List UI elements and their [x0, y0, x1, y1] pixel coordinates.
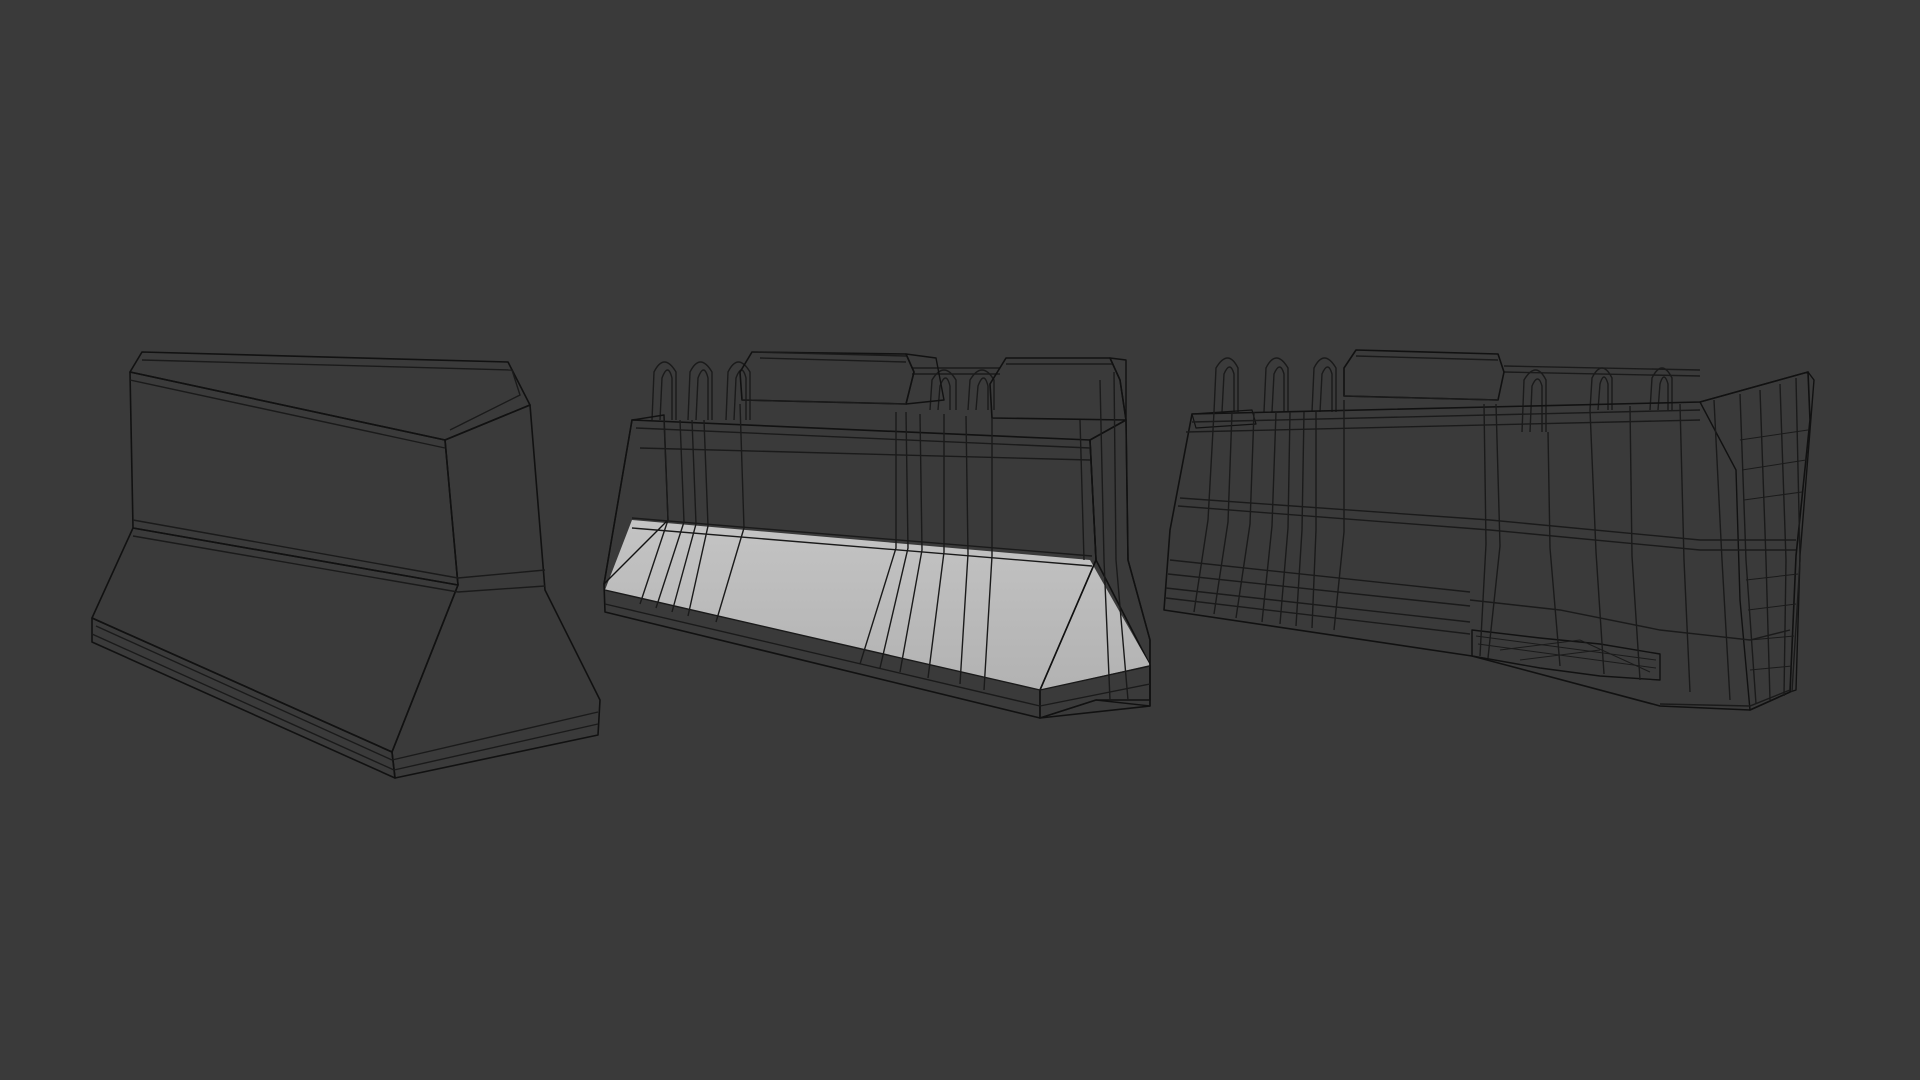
rebar-loops-left	[651, 361, 751, 421]
3d-viewport[interactable]	[0, 0, 1920, 1080]
barrier-damaged-high-poly[interactable]	[1163, 349, 1815, 711]
rebar-loops-left-damaged	[1213, 357, 1337, 413]
barrier-low-poly[interactable]	[91, 351, 601, 779]
viewport-canvas	[91, 349, 1815, 779]
rebar-loops-right	[912, 367, 1000, 411]
barrier-rebar-mid-poly[interactable]	[603, 351, 1151, 719]
